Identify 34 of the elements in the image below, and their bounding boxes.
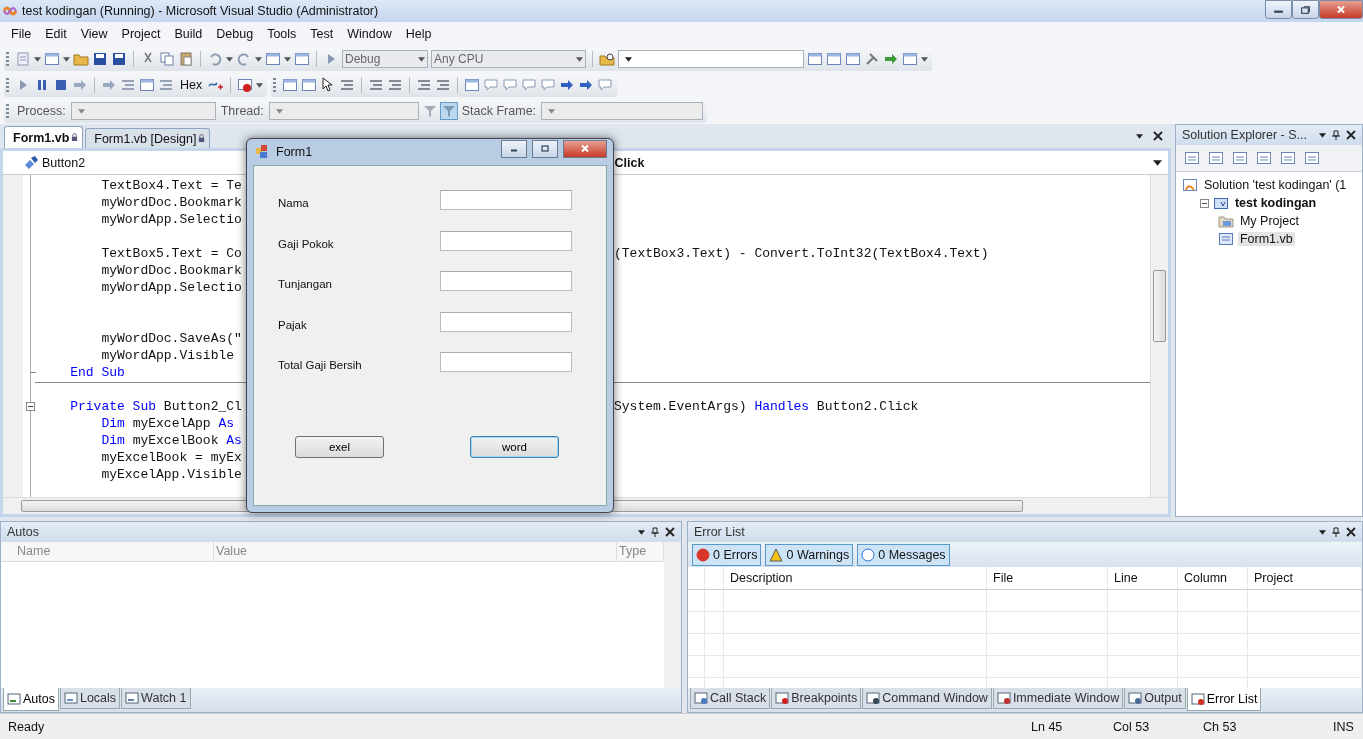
code-text: myWordApp.Selectio — [100, 280, 242, 295]
insert-mode: INS — [1333, 719, 1354, 734]
code-text: Dim myExcelApp As — [100, 416, 235, 431]
line-number: Ln 45 — [1031, 719, 1063, 734]
code-text: Private Sub Button2_Cl — [69, 399, 242, 414]
panel-title: Autos — [7, 525, 39, 539]
column-number: Col 53 — [1113, 719, 1150, 734]
process-label: Process: — [17, 104, 66, 118]
field-label: Gaji Pokok — [278, 237, 334, 250]
field-label: Pajak — [278, 318, 307, 331]
form-title: Form1 — [276, 145, 313, 159]
code-text: myExcelApp.Visible — [100, 467, 242, 482]
code-text: myWordDoc.Bookmark — [100, 195, 242, 210]
code-text: Dim myExcelBook As — [100, 433, 242, 448]
code-text: myExcelBook = myEx — [100, 450, 242, 465]
code-text: End Sub — [69, 365, 125, 380]
code-text: myWordDoc.SaveAs(" — [100, 331, 242, 346]
window-title: test kodingan (Running) - Microsoft Visual Studio (Administrator) — [22, 4, 379, 18]
code-text: System.EventArgs) Handles Button2.Click — [614, 398, 920, 415]
field-label: Nama — [278, 197, 309, 209]
code-text: myWordApp.Visible — [100, 348, 235, 363]
panel-title: Error List — [694, 525, 745, 539]
code-text: (TextBox3.Text) - Convert.ToInt32(TextBox4.Text) — [614, 245, 990, 262]
stack-frame-label: Stack Frame: — [461, 104, 537, 118]
code-text: myWordApp.Selectio — [100, 212, 242, 227]
code-text: myWordDoc.Bookmark — [100, 263, 242, 278]
field-label: Total Gaji Bersih — [278, 359, 362, 371]
code-text: TextBox4.Text = Te — [100, 178, 242, 193]
status-message: Ready — [8, 719, 45, 734]
field-label: Tunjangan — [278, 278, 332, 290]
character-number: Ch 53 — [1203, 719, 1237, 734]
code-text: TextBox5.Text = Co — [100, 246, 242, 261]
panel-title: Solution Explorer - S... — [1181, 128, 1307, 142]
thread-label: Thread: — [220, 104, 264, 118]
